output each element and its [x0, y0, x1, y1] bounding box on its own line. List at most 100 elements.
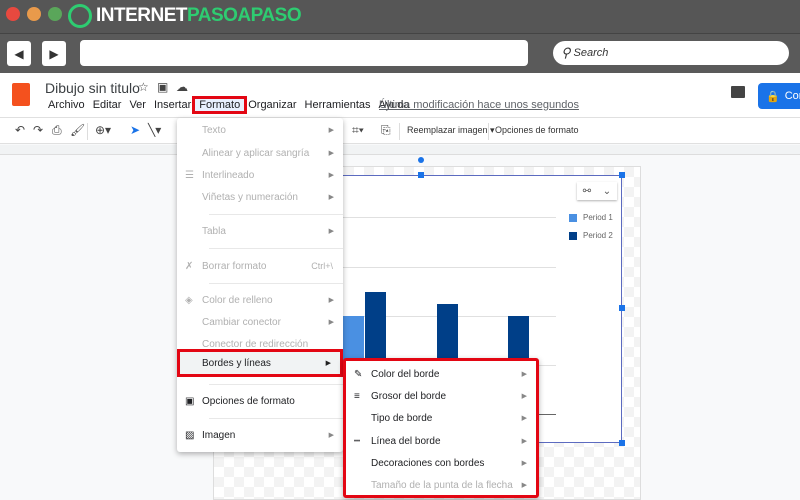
- forward-button[interactable]: ▶: [42, 41, 66, 66]
- legend-label: Period 1: [583, 213, 613, 222]
- submenu-item-tipo-borde[interactable]: Tipo de borde ▶: [346, 407, 536, 429]
- divider: [399, 123, 400, 140]
- menu-item-texto[interactable]: Texto ▶: [177, 119, 343, 141]
- menu-item-borrar-formato[interactable]: ✗ Borrar formato Ctrl+\: [177, 255, 343, 277]
- divider: [87, 123, 88, 140]
- cloud-status-icon[interactable]: ☁: [176, 80, 188, 94]
- search-input[interactable]: ⚲ Search: [553, 41, 789, 65]
- divider: [209, 214, 343, 215]
- legend-item: Period 2: [569, 231, 613, 240]
- comment-icon[interactable]: [731, 86, 745, 98]
- menu-archivo[interactable]: Archivo: [44, 99, 89, 111]
- move-folder-icon[interactable]: ▣: [157, 80, 168, 94]
- toolbar: ↶ ↷ ⎙ 🖌 ⊕▾ ➤ ╲▾ ⌗▾ ⎘ Reemplazar imagen ▾…: [0, 117, 800, 144]
- legend-label: Period 2: [583, 231, 613, 240]
- replace-image-button[interactable]: Reemplazar imagen ▾: [407, 125, 495, 136]
- maximize-window-button[interactable]: [48, 7, 62, 21]
- menu-editar[interactable]: Editar: [89, 99, 126, 111]
- search-placeholder: Search: [573, 47, 609, 59]
- close-window-button[interactable]: [6, 7, 20, 21]
- shortcut: Ctrl+\: [311, 261, 333, 271]
- lock-icon: 🔒: [766, 90, 780, 103]
- menu-item-bordes-lineas[interactable]: Bordes y líneas ▶: [177, 349, 343, 377]
- menu-ver[interactable]: Ver: [125, 99, 150, 111]
- pencil-icon: ✎: [354, 368, 363, 380]
- divider: [488, 123, 489, 140]
- menu-item-color-relleno[interactable]: ◈ Color de relleno ▶: [177, 289, 343, 311]
- logo-icon: [68, 4, 92, 28]
- line-tool-icon[interactable]: ╲▾: [148, 123, 161, 137]
- resize-handle[interactable]: [418, 172, 424, 178]
- menu-item-alinear[interactable]: Alinear y aplicar sangría ▶: [177, 142, 343, 164]
- minimize-window-button[interactable]: [27, 7, 41, 21]
- crop-icon[interactable]: ⌗▾: [352, 123, 364, 138]
- logo: INTERNET PASOAPASO: [68, 4, 302, 28]
- document-title[interactable]: Dibujo sin titulo: [45, 80, 140, 96]
- app-header: Dibujo sin titulo ☆ ▣ ☁ Archivo Editar V…: [0, 73, 800, 117]
- rotate-handle[interactable]: [418, 157, 424, 163]
- line-dash-icon: ┅: [354, 435, 361, 447]
- divider: [209, 384, 343, 385]
- linked-chart-options-button[interactable]: ⚯ ⌄: [577, 182, 617, 200]
- gridline: [341, 267, 556, 268]
- legend-item: Period 1: [569, 213, 613, 222]
- back-button[interactable]: ◀: [7, 41, 31, 66]
- submenu-item-decoraciones[interactable]: Decoraciones con bordes ▶: [346, 452, 536, 474]
- drawings-logo-icon[interactable]: [12, 83, 30, 106]
- back-arrow-icon: ◀: [14, 46, 24, 61]
- redo-icon[interactable]: ↷: [33, 123, 43, 137]
- browser-nav-bar: ◀ ▶ ⚲ Search: [0, 33, 800, 73]
- last-modified-link[interactable]: Última modificación hace unos segundos: [379, 99, 579, 111]
- resize-handle[interactable]: [619, 172, 625, 178]
- fill-color-icon: ◈: [185, 294, 193, 306]
- share-button[interactable]: 🔒 Com: [758, 83, 800, 109]
- browser-title-bar: INTERNET PASOAPASO: [0, 0, 800, 35]
- logo-text: INTERNET: [96, 5, 188, 26]
- undo-icon[interactable]: ↶: [15, 123, 25, 137]
- address-bar[interactable]: [80, 40, 528, 66]
- submenu-item-linea-borde[interactable]: ┅ Línea del borde ▶: [346, 430, 536, 452]
- resize-handle[interactable]: [619, 440, 625, 446]
- divider: [209, 418, 343, 419]
- legend-swatch: [569, 213, 577, 222]
- menu-herramientas[interactable]: Herramientas: [301, 99, 375, 111]
- print-icon[interactable]: ⎙: [52, 123, 62, 138]
- paint-format-icon[interactable]: 🖌: [70, 123, 85, 137]
- gridline: [341, 217, 556, 218]
- menu-insertar[interactable]: Insertar: [150, 99, 195, 111]
- menu-item-imagen[interactable]: ▨ Imagen ▶: [177, 424, 343, 446]
- format-options-button[interactable]: Opciones de formato: [495, 125, 579, 135]
- submenu-item-punta-flecha[interactable]: Tamaño de la punta de la flecha ▶: [346, 474, 536, 496]
- chevron-down-icon: ⌄: [602, 185, 612, 197]
- reset-image-icon[interactable]: ⎘: [381, 123, 391, 138]
- format-options-icon: ▣: [185, 395, 195, 407]
- share-label: Com: [784, 90, 800, 102]
- resize-handle[interactable]: [619, 305, 625, 311]
- menu-bar: Archivo Editar Ver Insertar Formato Orga…: [44, 96, 414, 114]
- divider: [209, 283, 343, 284]
- submenu-item-grosor-borde[interactable]: ≡ Grosor del borde ▶: [346, 385, 536, 407]
- menu-item-cambiar-conector[interactable]: Cambiar conector ▶: [177, 311, 343, 333]
- legend-swatch: [569, 231, 577, 240]
- image-icon: ▨: [185, 429, 195, 441]
- menu-organizar[interactable]: Organizar: [244, 99, 300, 111]
- link-icon: ⚯: [582, 185, 592, 197]
- zoom-icon[interactable]: ⊕▾: [95, 123, 111, 137]
- menu-formato[interactable]: Formato: [192, 96, 248, 114]
- select-cursor-icon[interactable]: ➤: [130, 123, 140, 137]
- line-spacing-icon: ☰: [185, 169, 194, 181]
- menu-item-interlineado[interactable]: ☰ Interlineado ▶: [177, 164, 343, 186]
- logo-text-accent: PASOAPASO: [187, 5, 302, 26]
- search-icon: ⚲: [561, 45, 571, 60]
- divider: [209, 248, 343, 249]
- menu-item-tabla[interactable]: Tabla ▶: [177, 220, 343, 242]
- clear-format-icon: ✗: [185, 260, 194, 272]
- line-weight-icon: ≡: [354, 390, 360, 402]
- format-menu: Texto ▶ Alinear y aplicar sangría ▶ ☰ Inter…: [177, 118, 343, 452]
- menu-item-opciones-formato[interactable]: ▣ Opciones de formato: [177, 390, 343, 412]
- ruler: [0, 145, 800, 155]
- forward-arrow-icon: ▶: [49, 46, 59, 61]
- star-icon[interactable]: ☆: [138, 80, 149, 94]
- submenu-item-color-borde[interactable]: ✎ Color del borde ▶: [346, 363, 536, 385]
- menu-item-vinetas[interactable]: Viñetas y numeración ▶: [177, 186, 343, 208]
